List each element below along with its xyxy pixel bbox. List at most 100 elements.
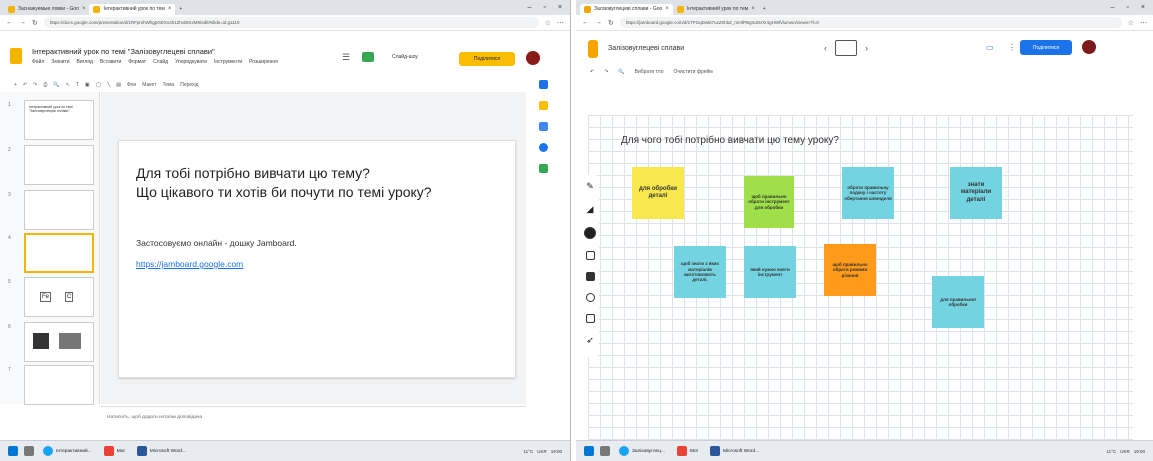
tab-1[interactable]: Заснажуемые ловки - Goo ×: [4, 4, 89, 15]
redo-icon[interactable]: ↷: [604, 69, 608, 75]
line-icon[interactable]: ╲: [107, 82, 110, 88]
search-icon[interactable]: [600, 446, 610, 456]
slide-thumb-4[interactable]: [24, 233, 94, 273]
menu-item[interactable]: Слайд: [153, 59, 168, 65]
toolbar-item[interactable]: Перехід: [180, 82, 198, 88]
close-window-icon[interactable]: ×: [1141, 4, 1145, 11]
new-tab-button[interactable]: +: [175, 4, 186, 15]
slide-thumb-7[interactable]: [24, 365, 94, 405]
select-icon[interactable]: [584, 227, 596, 239]
close-icon[interactable]: ×: [168, 6, 172, 12]
toolbar-item[interactable]: Фон: [127, 82, 136, 88]
slide-thumb-3[interactable]: [24, 190, 94, 230]
present-icon[interactable]: ▭: [986, 43, 994, 52]
avatar[interactable]: [526, 51, 540, 65]
sticky-note[interactable]: для обробки деталі: [632, 167, 684, 219]
taskbar-item[interactable]: Мої: [101, 444, 128, 459]
sticky-note-icon[interactable]: [585, 251, 595, 260]
url-input[interactable]: https://jamboard.google.com/d/1TFGqDwkt7…: [619, 17, 1122, 28]
slides-logo-icon[interactable]: [10, 48, 22, 64]
language[interactable]: UKR: [537, 449, 547, 454]
more-icon[interactable]: ⋮: [1008, 43, 1016, 52]
zoom-icon[interactable]: 🔍: [618, 69, 624, 75]
add-icon[interactable]: +: [14, 82, 17, 88]
language[interactable]: UKR: [1120, 449, 1130, 454]
sticky-note[interactable]: щоб знати з яких матеріалів виготовляють…: [674, 246, 726, 298]
jamboard-logo-icon[interactable]: [588, 40, 598, 58]
toolbar-item[interactable]: Тема: [162, 82, 174, 88]
url-input[interactable]: https://docs.google.com/presentation/d/1…: [43, 17, 539, 28]
calendar-icon[interactable]: [538, 80, 548, 89]
reload-icon[interactable]: ↻: [608, 19, 614, 27]
keep-icon[interactable]: [538, 101, 548, 110]
maximize-icon[interactable]: ▫: [543, 4, 545, 11]
sticky-note[interactable]: обрати правильну подачу і частоту оберта…: [842, 167, 894, 219]
zoom-icon[interactable]: 🔍: [53, 82, 59, 88]
jamboard-link[interactable]: https://jamboard.google.com: [136, 259, 243, 269]
set-background-button[interactable]: Вибрати тло: [635, 69, 664, 75]
speaker-notes[interactable]: Натисніть, щоб додати нотатки доповідача: [101, 406, 526, 436]
menu-item[interactable]: Вставити: [100, 59, 121, 65]
sticky-note[interactable]: щоб правильно обрати режими різання: [824, 244, 876, 296]
tasks-icon[interactable]: [538, 122, 548, 131]
meet-icon[interactable]: [362, 52, 374, 62]
menu-item[interactable]: Розширення: [249, 59, 278, 65]
reload-icon[interactable]: ↻: [32, 19, 38, 27]
taskbar-item[interactable]: Мої: [674, 444, 701, 459]
menu-item[interactable]: Вигляд: [77, 59, 93, 65]
slide-thumb-2[interactable]: [24, 145, 94, 185]
windows-start-icon[interactable]: [8, 446, 18, 456]
tab-2[interactable]: Інтерактивний урок по тем ×: [89, 3, 176, 15]
textbox-icon[interactable]: T: [76, 82, 79, 88]
new-tab-button[interactable]: +: [759, 4, 770, 15]
tab-2[interactable]: Інтерактивний урок по тем ×: [673, 4, 759, 15]
taskbar-item[interactable]: Залізовуглец...: [616, 444, 668, 459]
contacts-icon[interactable]: [538, 143, 548, 152]
menu-item[interactable]: Змінити: [51, 59, 69, 65]
shape-icon[interactable]: ◯: [96, 82, 102, 88]
slide-thumb-1[interactable]: Інтерактивний урок по темі "Залізовуглец…: [24, 100, 94, 140]
share-button[interactable]: Поділитися: [1020, 40, 1072, 55]
comment-icon[interactable]: ▤: [116, 82, 121, 88]
back-icon[interactable]: ←: [582, 19, 589, 26]
share-button[interactable]: Поділитися: [459, 52, 515, 66]
taskbar-item[interactable]: Microsoft Word...: [134, 444, 189, 459]
taskbar-item[interactable]: Інтерактивний...: [40, 444, 95, 459]
image-icon[interactable]: ▣: [85, 82, 90, 88]
eraser-icon[interactable]: ◢: [587, 204, 594, 215]
textbox-icon[interactable]: [585, 314, 595, 323]
current-slide[interactable]: Для тобі потрібно вивчати цю тему? Що ці…: [118, 140, 516, 378]
doc-title[interactable]: Інтерактивний урок по темі "Залізовуглец…: [32, 47, 215, 56]
star-icon[interactable]: ☆: [1128, 19, 1134, 27]
forward-icon[interactable]: →: [19, 19, 26, 26]
close-icon[interactable]: ×: [665, 6, 669, 12]
undo-icon[interactable]: ↶: [23, 82, 27, 88]
sticky-note[interactable]: який нужно взяти інструмент: [744, 246, 796, 298]
jam-title[interactable]: Залізовуглецеві сплави: [608, 45, 684, 52]
slide-thumb-6[interactable]: [24, 322, 94, 362]
comments-icon[interactable]: ☰: [342, 52, 350, 63]
prev-frame-icon[interactable]: ‹: [824, 43, 827, 53]
avatar[interactable]: [1082, 40, 1096, 54]
maximize-icon[interactable]: ▫: [1126, 4, 1128, 11]
circle-icon[interactable]: [585, 293, 595, 302]
menu-icon[interactable]: ⋯: [1140, 19, 1147, 27]
maps-icon[interactable]: [538, 164, 548, 173]
next-frame-icon[interactable]: ›: [865, 43, 868, 53]
slideshow-button[interactable]: Слайд-шоу: [392, 54, 418, 60]
image-icon[interactable]: [585, 272, 595, 281]
select-icon[interactable]: ↖: [66, 82, 70, 88]
star-icon[interactable]: ☆: [545, 19, 551, 27]
sticky-note[interactable]: для правильної обробки: [932, 276, 984, 328]
toolbar-item[interactable]: Макет: [142, 82, 156, 88]
forward-icon[interactable]: →: [595, 19, 602, 26]
slide-thumb-5[interactable]: Fe C: [24, 277, 94, 317]
sticky-note[interactable]: знати матеріали деталі: [950, 167, 1002, 219]
minimize-icon[interactable]: –: [528, 4, 532, 11]
minimize-icon[interactable]: –: [1111, 4, 1115, 11]
pen-icon[interactable]: ✎: [586, 181, 594, 192]
laser-icon[interactable]: ➶: [586, 335, 594, 346]
back-icon[interactable]: ←: [6, 19, 13, 26]
menu-item[interactable]: Файл: [32, 59, 44, 65]
menu-item[interactable]: Формат: [128, 59, 146, 65]
